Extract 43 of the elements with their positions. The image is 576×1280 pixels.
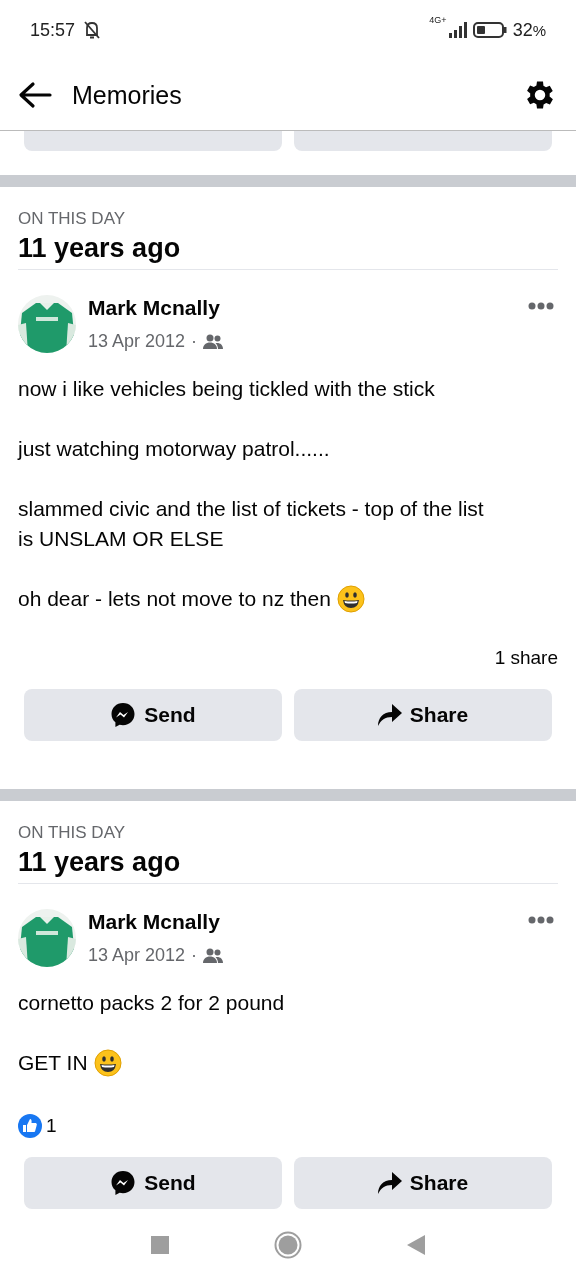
back-nav-button[interactable] [407, 1235, 425, 1255]
post-date[interactable]: 13 Apr 2012 [88, 944, 186, 966]
post-text: is UNSLAM OR ELSE [18, 526, 224, 552]
battery-icon [472, 22, 507, 38]
share-arrow-icon [377, 704, 402, 726]
section-label: ON THIS DAY [18, 208, 127, 230]
author-name[interactable]: Mark Mcnally [88, 294, 528, 322]
clock-time: 15:57 [30, 19, 76, 41]
author-name[interactable]: Mark Mcnally [88, 908, 528, 936]
section-label: ON THIS DAY [18, 822, 127, 844]
messenger-icon [110, 1170, 137, 1196]
grinning-face-icon [336, 585, 365, 613]
share-arrow-icon [377, 1172, 402, 1194]
friends-icon [203, 333, 224, 349]
share-button[interactable]: Share [294, 1157, 552, 1209]
friends-icon [203, 947, 224, 963]
separator-dot: · [191, 944, 198, 966]
messenger-icon [110, 702, 137, 728]
like-icon [18, 1114, 42, 1138]
more-options-icon[interactable] [528, 916, 554, 924]
post-text: just watching motorway patrol...... [18, 436, 330, 462]
post-date[interactable]: 13 Apr 2012 [88, 330, 186, 352]
page-title: Memories [72, 80, 183, 110]
post-text: oh dear - lets not move to nz then [18, 586, 331, 612]
send-button[interactable]: Send [24, 689, 282, 741]
separator-dot: · [191, 330, 198, 352]
memory-age: 11 years ago [18, 846, 182, 879]
post-text: GET IN [18, 1050, 88, 1076]
back-button[interactable] [18, 81, 52, 109]
share-button[interactable]: Share [294, 689, 552, 741]
like-count[interactable]: 1 [46, 1115, 57, 1137]
send-button[interactable]: Send [24, 1157, 282, 1209]
grinning-face-icon [93, 1049, 122, 1077]
share-count[interactable]: 1 share [494, 647, 558, 669]
home-button[interactable] [274, 1231, 302, 1259]
post-text: slammed civic and the list of tickets - top of the list [18, 496, 484, 522]
memory-age: 11 years ago [18, 232, 182, 265]
post-text: cornetto packs 2 for 2 pound [18, 990, 285, 1016]
battery-percent: 32% [512, 19, 546, 41]
post-text: now i like vehicles being tickled with the stick [18, 376, 435, 402]
signal-icon [448, 22, 467, 38]
network-type: 4G+ [429, 15, 447, 25]
more-options-icon[interactable] [528, 302, 554, 310]
